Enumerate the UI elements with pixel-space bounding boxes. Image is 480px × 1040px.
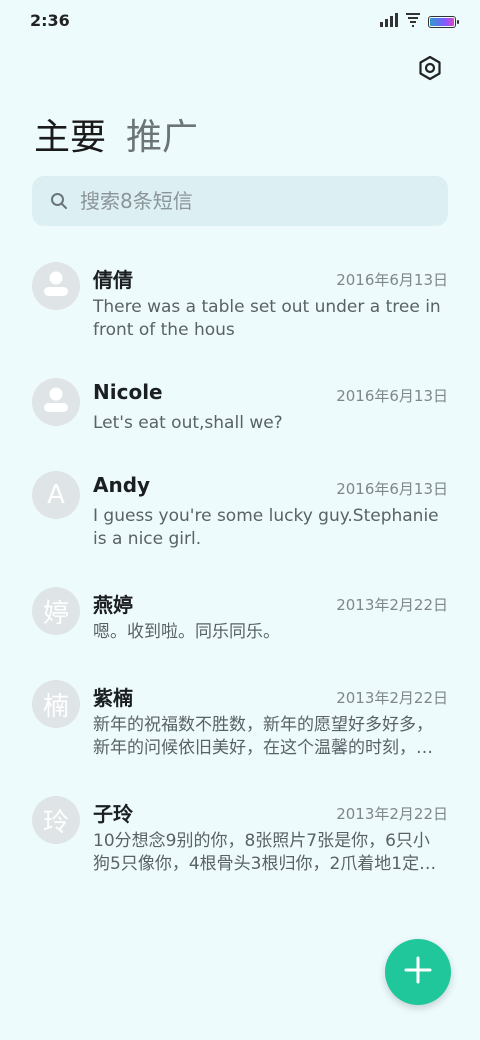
contact-name: Nicole — [93, 380, 163, 404]
message-date: 2016年6月13日 — [336, 480, 448, 498]
message-date: 2013年2月22日 — [336, 596, 448, 614]
contact-name: 倩倩 — [93, 268, 133, 292]
battery-icon — [428, 15, 459, 28]
signal-icon — [380, 12, 398, 31]
message-item-1[interactable]: Nicole 2016年6月13日 Let's eat out,shall we… — [0, 366, 480, 459]
message-date: 2013年2月22日 — [336, 689, 448, 707]
new-message-button[interactable] — [385, 939, 451, 1005]
status-bar: 2:36 — [0, 0, 480, 40]
message-date: 2016年6月13日 — [336, 271, 448, 289]
battery-level — [430, 17, 454, 26]
status-icons — [380, 12, 459, 31]
avatar — [32, 378, 80, 426]
message-snippet: 10分想念9别的你，8张照片7张是你，6只小狗5只像你，4根骨头3根归你，2爪着… — [93, 831, 437, 874]
settings-icon — [417, 55, 443, 85]
avatar: 楠 — [32, 680, 80, 728]
person-icon — [32, 378, 80, 426]
tab-primary[interactable]: 主要 — [34, 108, 106, 160]
avatar: 婷 — [32, 587, 80, 635]
message-item-4[interactable]: 楠 紫楠 2013年2月22日 新年的祝福数不胜数，新年的愿望好多好多，新年的问… — [0, 668, 480, 784]
status-time: 2:36 — [30, 11, 70, 30]
message-item-0[interactable]: 倩倩 2016年6月13日 There was a table set out … — [0, 250, 480, 366]
message-item-3[interactable]: 婷 燕婷 2013年2月22日 嗯。收到啦。同乐同乐。 — [0, 575, 480, 668]
contact-name: 紫楠 — [93, 686, 133, 710]
message-item-5[interactable]: 玲 子玲 2013年2月22日 10分想念9别的你，8张照片7张是你，6只小狗5… — [0, 784, 480, 900]
search-bar[interactable] — [32, 176, 448, 226]
person-icon — [32, 262, 80, 310]
plus-icon — [403, 955, 433, 989]
message-snippet: Let's eat out,shall we? — [93, 413, 283, 433]
tab-bar: 主要 推广 — [34, 108, 198, 160]
settings-button[interactable] — [414, 54, 446, 86]
message-date: 2013年2月22日 — [336, 805, 448, 823]
message-date: 2016年6月13日 — [336, 387, 448, 405]
avatar: A — [32, 471, 80, 519]
message-item-2[interactable]: A Andy 2016年6月13日 I guess you're some lu… — [0, 459, 480, 575]
tab-promotions[interactable]: 推广 — [126, 108, 198, 160]
search-icon — [50, 192, 68, 210]
search-input[interactable] — [78, 188, 412, 214]
message-snippet: 嗯。收到啦。同乐同乐。 — [93, 622, 280, 642]
avatar: 玲 — [32, 796, 80, 844]
message-snippet: 新年的祝福数不胜数，新年的愿望好多好多，新年的问候依旧美好，在这个温馨的时刻，… — [93, 715, 433, 758]
message-snippet: There was a table set out under a tree i… — [93, 297, 441, 340]
contact-name: 子玲 — [93, 802, 133, 826]
contact-name: Andy — [93, 473, 151, 497]
contact-name: 燕婷 — [93, 593, 133, 617]
avatar — [32, 262, 80, 310]
message-snippet: I guess you're some lucky guy.Stephanie … — [93, 506, 439, 549]
message-list: 倩倩 2016年6月13日 There was a table set out … — [0, 250, 480, 900]
wifi-icon — [406, 12, 420, 31]
